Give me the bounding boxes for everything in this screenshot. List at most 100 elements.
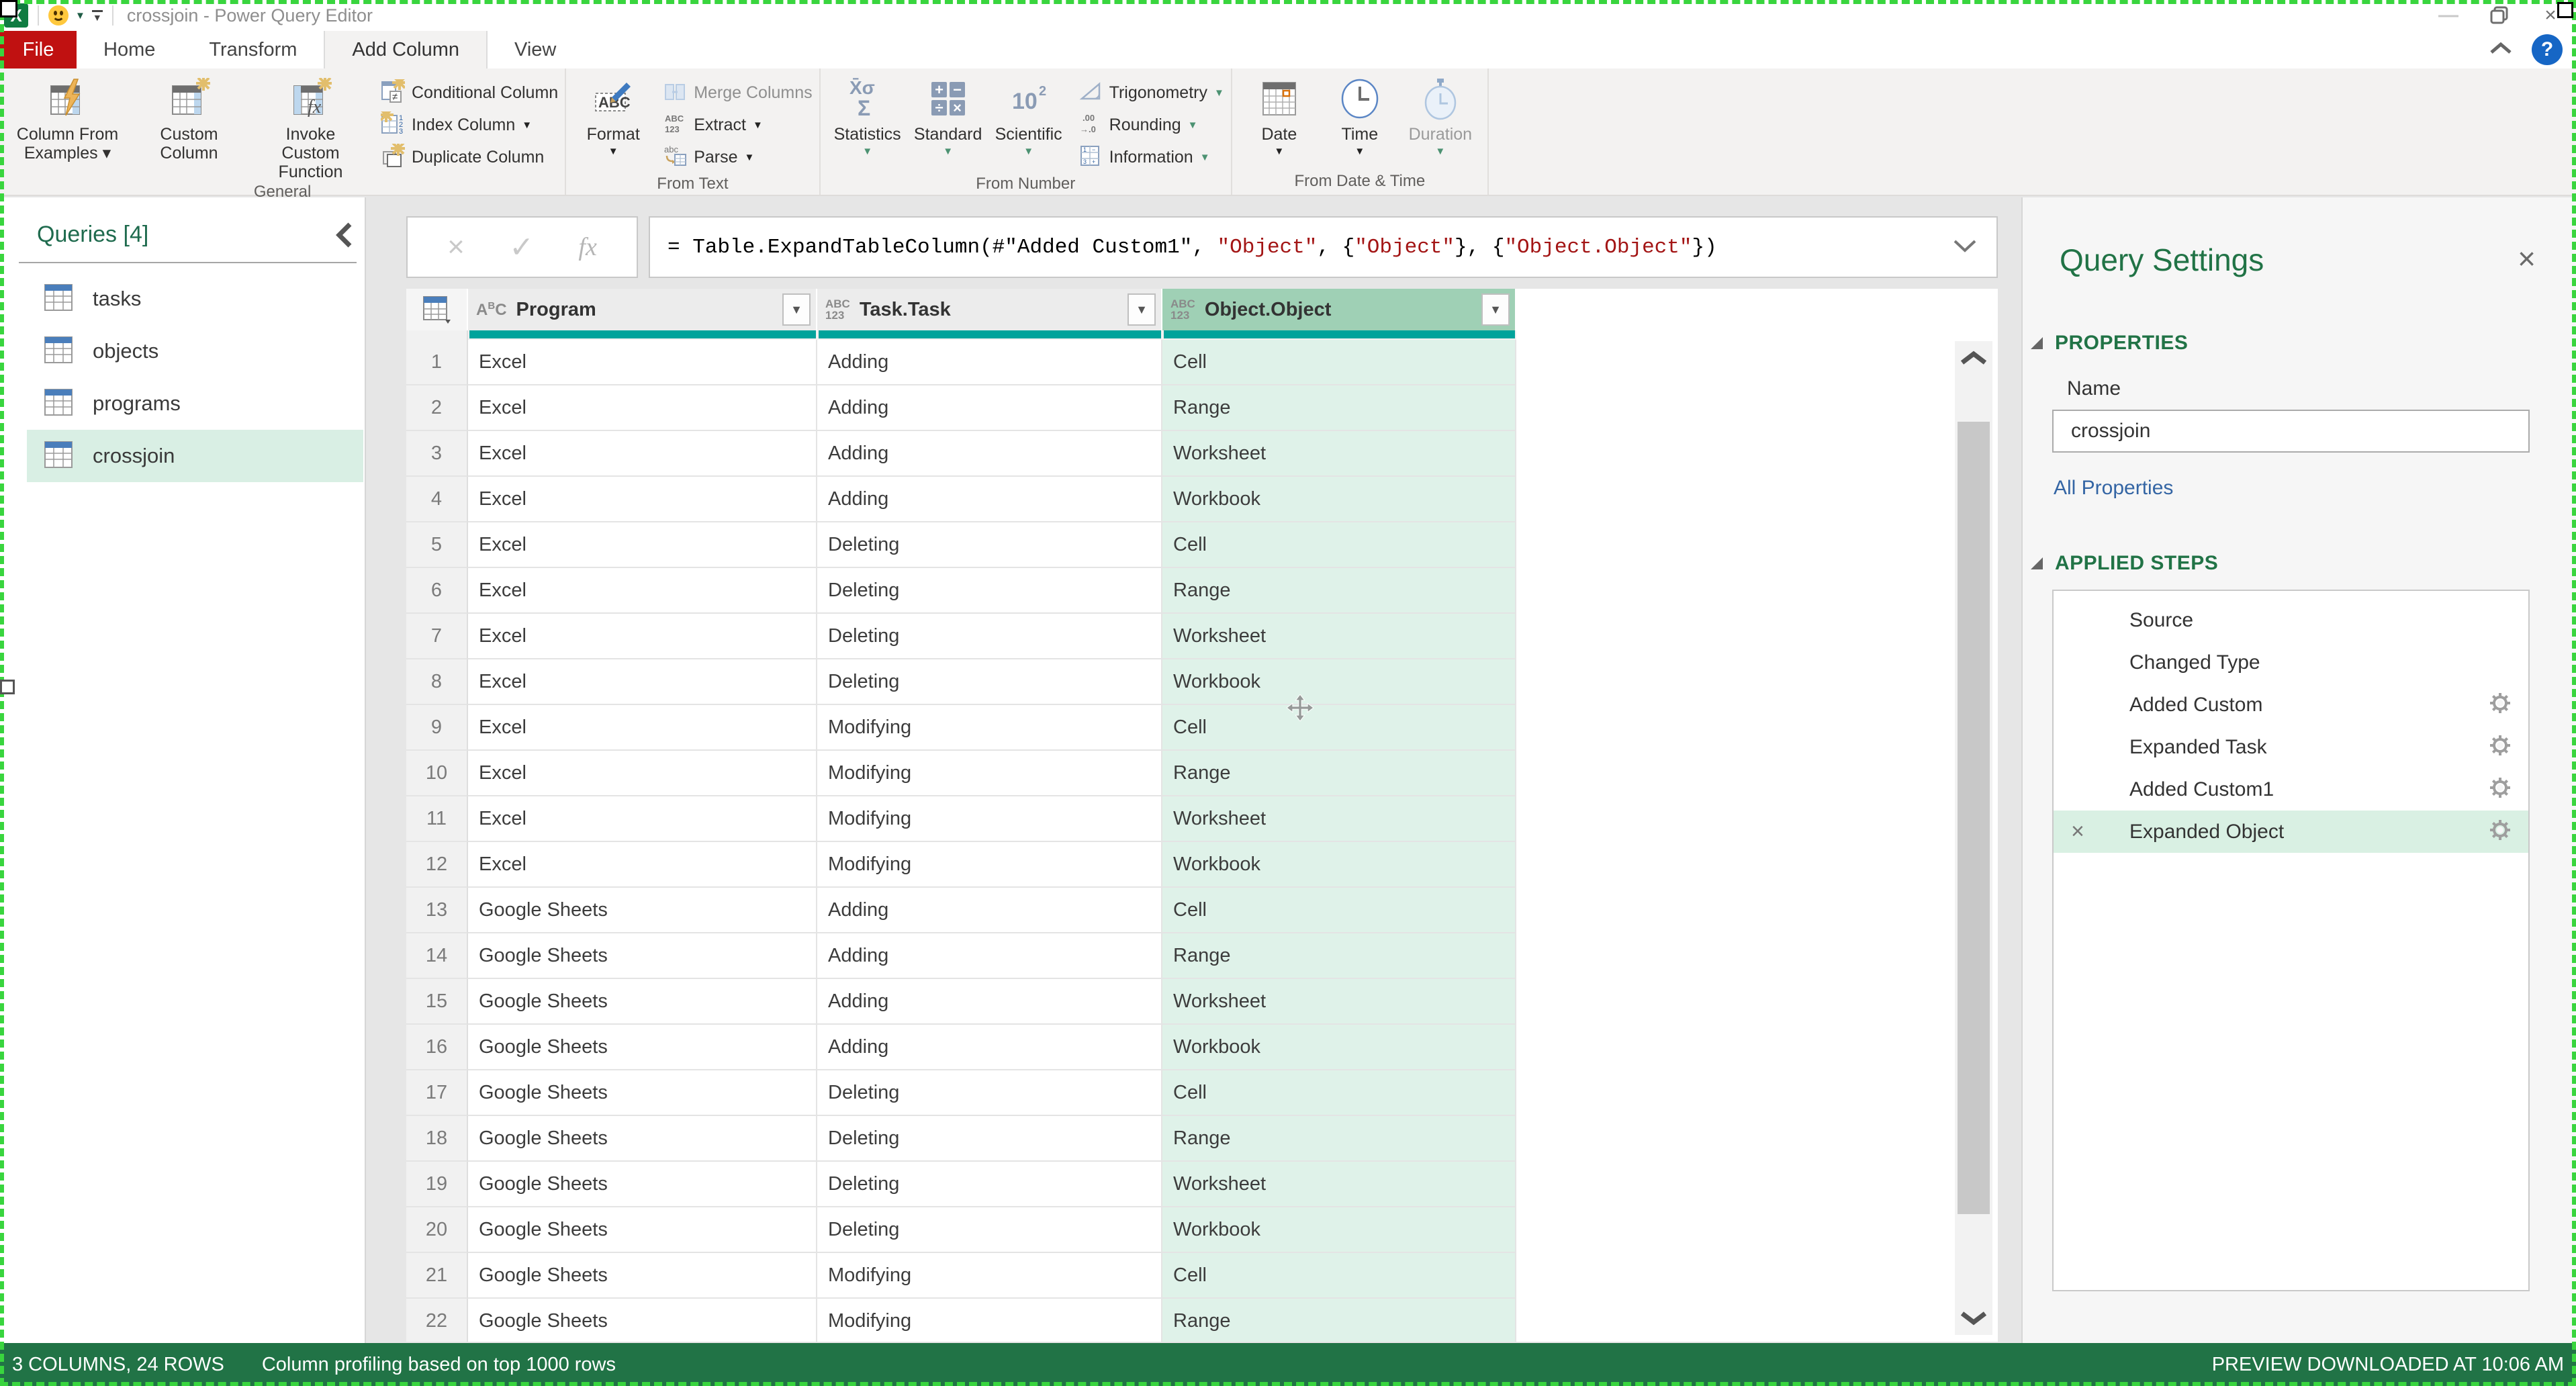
tab-home[interactable]: Home (77, 31, 182, 68)
feedback-smiley-icon[interactable] (48, 5, 68, 26)
cell[interactable]: Modifying (817, 842, 1162, 888)
cell[interactable]: Adding (817, 933, 1162, 979)
cell[interactable]: Adding (817, 477, 1162, 522)
standard-button[interactable]: + − ÷ × Standard ▼ (908, 71, 988, 157)
cell[interactable]: Google Sheets (468, 1162, 817, 1207)
cell[interactable]: Cell (1162, 522, 1516, 568)
all-properties-link[interactable]: All Properties (2054, 477, 2173, 500)
row-number[interactable]: 11 (406, 796, 468, 842)
cell[interactable]: Excel (468, 477, 817, 522)
cell[interactable]: Google Sheets (468, 1253, 817, 1299)
cell[interactable]: Deleting (817, 1116, 1162, 1162)
applied-step-source[interactable]: Source (2054, 599, 2528, 641)
formula-cancel-icon[interactable]: × (447, 230, 465, 264)
formula-accept-icon[interactable]: ✓ (509, 230, 534, 265)
formula-fx-icon[interactable]: fx (578, 232, 596, 262)
cell[interactable]: Workbook (1162, 1025, 1516, 1070)
cell[interactable]: Excel (468, 705, 817, 751)
cell[interactable]: Excel (468, 614, 817, 659)
cell[interactable]: Worksheet (1162, 796, 1516, 842)
cell[interactable]: Range (1162, 385, 1516, 431)
cell[interactable]: Adding (817, 340, 1162, 385)
row-number[interactable]: 22 (406, 1299, 468, 1342)
cell[interactable]: Range (1162, 1116, 1516, 1162)
scrollbar-thumb[interactable] (1958, 422, 1990, 1214)
cell[interactable]: Deleting (817, 1162, 1162, 1207)
cell[interactable]: Workbook (1162, 477, 1516, 522)
row-number[interactable]: 14 (406, 933, 468, 979)
date-button[interactable]: Date ▼ (1239, 71, 1320, 157)
row-number[interactable]: 12 (406, 842, 468, 888)
cell[interactable]: Modifying (817, 751, 1162, 796)
cell[interactable]: Worksheet (1162, 1162, 1516, 1207)
cell[interactable]: Workbook (1162, 1207, 1516, 1253)
cell[interactable]: Excel (468, 340, 817, 385)
cell[interactable]: Cell (1162, 705, 1516, 751)
cell[interactable]: Deleting (817, 659, 1162, 705)
cell[interactable]: Modifying (817, 796, 1162, 842)
applied-steps-section-header[interactable]: APPLIED STEPS (2031, 552, 2218, 575)
scroll-up-icon[interactable] (1955, 349, 1992, 367)
row-number[interactable]: 6 (406, 568, 468, 614)
cell[interactable]: Excel (468, 385, 817, 431)
extract-button[interactable]: ABC 123 Extract ▼ (663, 109, 812, 141)
row-number[interactable]: 18 (406, 1116, 468, 1162)
row-number[interactable]: 4 (406, 477, 468, 522)
column-header-program[interactable]: ABC Program ▼ (468, 289, 817, 330)
scientific-button[interactable]: 10 2 Scientific ▼ (988, 71, 1069, 157)
cell[interactable]: Google Sheets (468, 1207, 817, 1253)
collapse-ribbon-icon[interactable] (2487, 40, 2514, 60)
collapse-queries-pane-icon[interactable] (332, 220, 355, 253)
query-item-programs[interactable]: programs (27, 377, 363, 430)
cell[interactable]: Worksheet (1162, 614, 1516, 659)
applied-step-added-custom[interactable]: Added Custom (2054, 684, 2528, 726)
tab-file[interactable]: File (0, 31, 77, 68)
query-item-tasks[interactable]: tasks (27, 273, 363, 325)
filter-dropdown-icon[interactable]: ▼ (1481, 293, 1510, 326)
cell[interactable]: Google Sheets (468, 979, 817, 1025)
row-number[interactable]: 7 (406, 614, 468, 659)
cell[interactable]: Excel (468, 431, 817, 477)
format-button[interactable]: ABC Format ▼ (573, 71, 653, 157)
cell[interactable]: Modifying (817, 705, 1162, 751)
row-number[interactable]: 5 (406, 522, 468, 568)
formula-expand-icon[interactable] (1951, 237, 1979, 258)
formula-input[interactable]: = Table.ExpandTableColumn(#"Added Custom… (649, 216, 1998, 278)
filter-dropdown-icon[interactable]: ▼ (1128, 293, 1156, 326)
cell[interactable]: Workbook (1162, 842, 1516, 888)
cell[interactable]: Adding (817, 979, 1162, 1025)
index-column-button[interactable]: 1 2 3 Index Column ▼ (379, 107, 558, 141)
minimize-button[interactable]: — (2423, 0, 2474, 31)
cell[interactable]: Workbook (1162, 659, 1516, 705)
cell[interactable]: Range (1162, 933, 1516, 979)
parse-button[interactable]: abc Parse ▼ (663, 141, 812, 173)
cell[interactable]: Google Sheets (468, 1025, 817, 1070)
cell[interactable]: Deleting (817, 568, 1162, 614)
time-button[interactable]: Time ▼ (1320, 71, 1400, 157)
cell[interactable]: Deleting (817, 1070, 1162, 1116)
cell[interactable]: Excel (468, 659, 817, 705)
cell[interactable]: Google Sheets (468, 1116, 817, 1162)
step-settings-gear-icon[interactable] (2488, 733, 2512, 761)
cell[interactable]: Deleting (817, 522, 1162, 568)
conditional-column-button[interactable]: ≠ Conditional Column (381, 75, 558, 109)
row-number[interactable]: 1 (406, 340, 468, 385)
column-header-task-task[interactable]: ABC 123 Task.Task ▼ (817, 289, 1162, 330)
applied-step-expanded-object[interactable]: × Expanded Object (2054, 811, 2528, 853)
query-item-crossjoin[interactable]: crossjoin (27, 430, 363, 482)
cell[interactable]: Excel (468, 842, 817, 888)
row-number[interactable]: 10 (406, 751, 468, 796)
scroll-down-icon[interactable] (1955, 1309, 1992, 1327)
statistics-button[interactable]: X̄σ Σ Statistics ▼ (827, 71, 908, 157)
tab-transform[interactable]: Transform (182, 31, 324, 68)
row-number[interactable]: 9 (406, 705, 468, 751)
row-number[interactable]: 2 (406, 385, 468, 431)
cell[interactable]: Modifying (817, 1299, 1162, 1342)
step-settings-gear-icon[interactable] (2488, 691, 2512, 719)
cell[interactable]: Worksheet (1162, 979, 1516, 1025)
cell[interactable]: Cell (1162, 1070, 1516, 1116)
cell[interactable]: Cell (1162, 1253, 1516, 1299)
cell[interactable]: Deleting (817, 614, 1162, 659)
row-number[interactable]: 13 (406, 888, 468, 933)
cell[interactable]: Adding (817, 431, 1162, 477)
